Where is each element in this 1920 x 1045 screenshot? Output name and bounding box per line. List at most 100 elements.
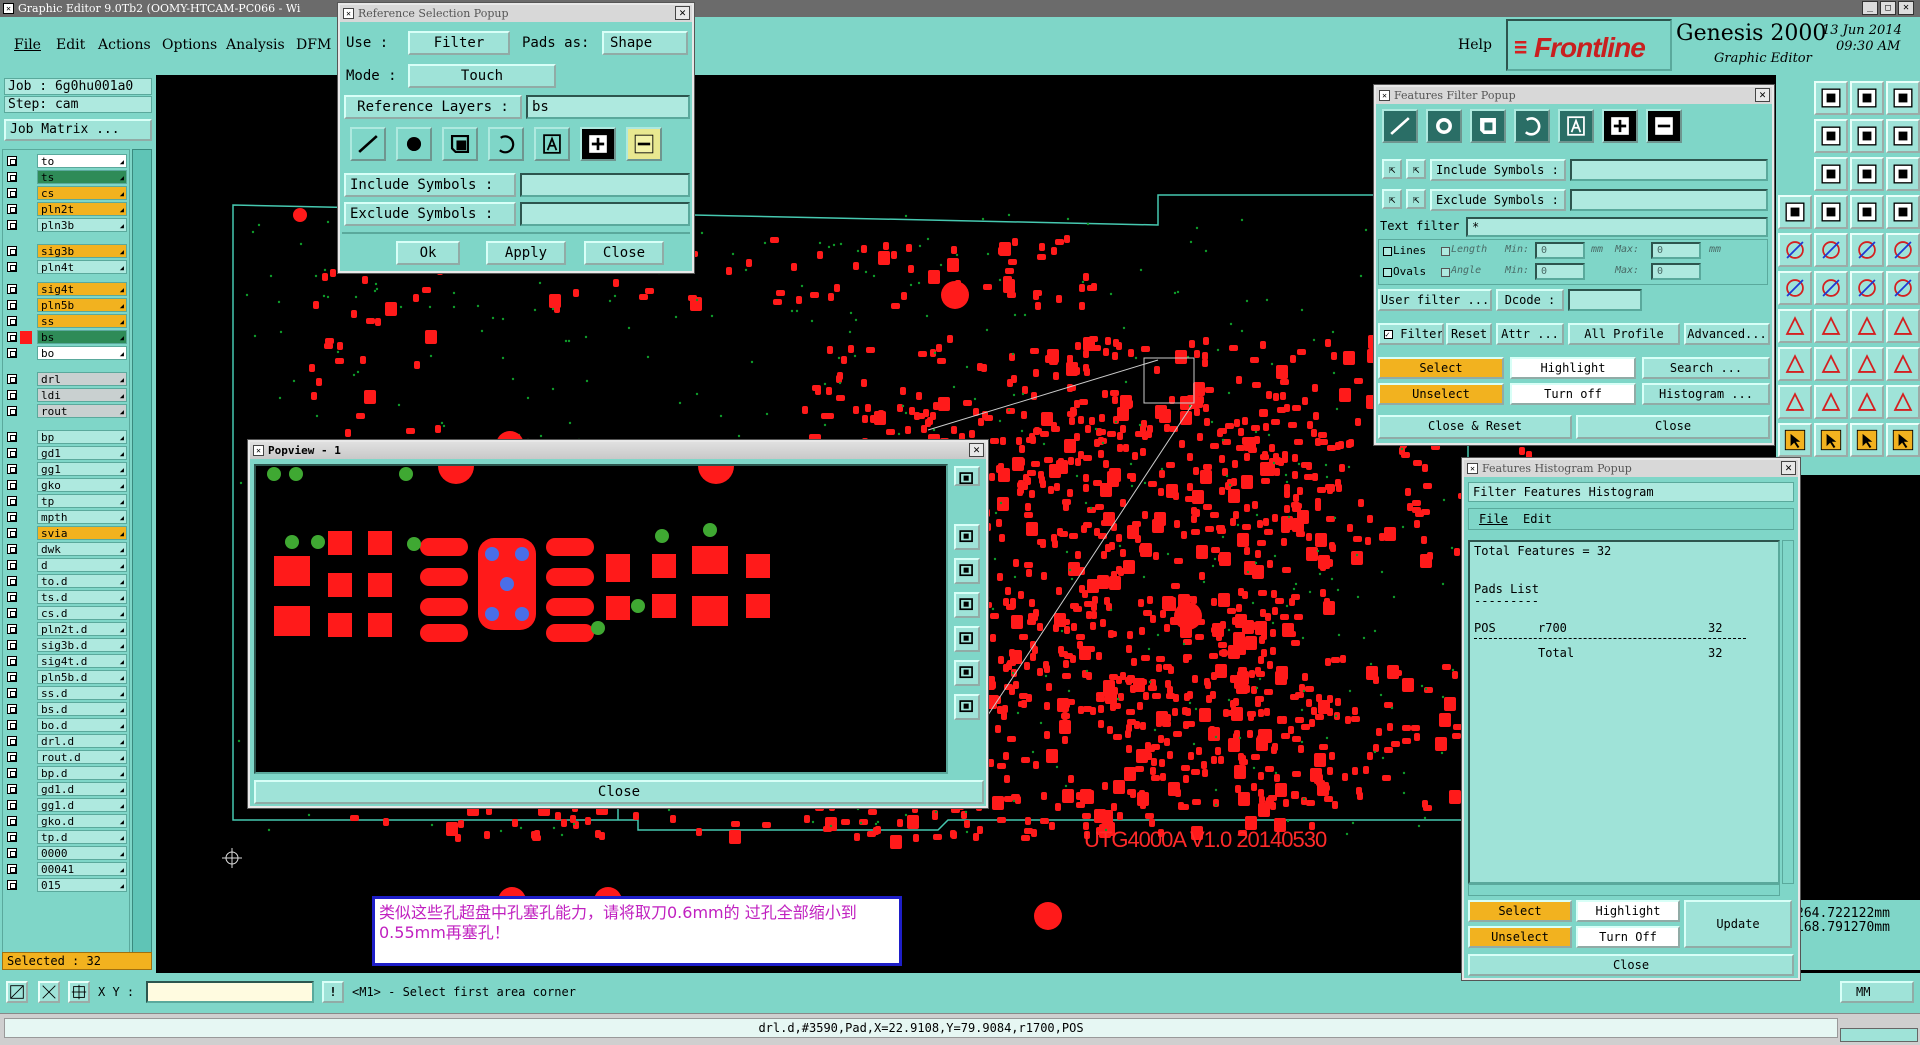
menu-help[interactable]: Help — [1458, 37, 1492, 53]
arc-icon[interactable] — [1778, 309, 1812, 343]
histogram-select-button[interactable]: Select — [1468, 900, 1572, 922]
layer-row[interactable]: svia — [5, 526, 127, 541]
layer-affected-marker[interactable] — [20, 373, 32, 386]
menu-file[interactable]: File — [14, 37, 41, 53]
layer-checkbox[interactable] — [7, 246, 17, 256]
layer-affected-marker[interactable] — [20, 299, 32, 312]
layer-name[interactable]: pln3b — [37, 218, 127, 233]
pad-symbol-icon[interactable] — [396, 127, 432, 161]
apply-button[interactable]: Apply — [486, 241, 566, 265]
arc-symbol-icon[interactable] — [1514, 109, 1550, 143]
layer-affected-marker[interactable] — [20, 767, 32, 780]
layer-checkbox[interactable] — [7, 172, 17, 182]
unselect-button[interactable]: Unselect — [1378, 383, 1504, 405]
layer-name[interactable]: drl — [37, 372, 127, 387]
window-menu-icon[interactable]: ✕ — [253, 445, 264, 456]
layer-affected-marker[interactable] — [20, 863, 32, 876]
window-menu-icon[interactable]: ✕ — [343, 8, 354, 19]
layer-affected-marker[interactable] — [20, 187, 32, 200]
exclude-symbols-button[interactable]: Exclude Symbols : — [1430, 189, 1566, 211]
include-picklist-icon[interactable]: ⇱ — [1406, 159, 1426, 179]
scale-icon[interactable] — [1814, 157, 1848, 191]
layer-checkbox[interactable] — [7, 284, 17, 294]
scroll-track[interactable] — [132, 149, 152, 961]
menu-edit[interactable]: Edit — [56, 37, 85, 53]
triangle-b-icon[interactable] — [1886, 385, 1920, 419]
layer-checkbox[interactable] — [7, 464, 17, 474]
layer-row[interactable]: drl — [5, 372, 127, 387]
close-button[interactable]: Close — [1576, 415, 1770, 439]
layer-checkbox[interactable] — [7, 704, 17, 714]
layer-row[interactable]: ts.d — [5, 590, 127, 605]
search-button[interactable]: Search ... — [1642, 357, 1770, 379]
layer-name[interactable]: sig3b — [37, 244, 127, 259]
layer-affected-marker[interactable] — [20, 463, 32, 476]
layer-row[interactable]: 00041 — [5, 862, 127, 877]
menu-analysis[interactable]: Analysis — [226, 37, 285, 53]
export-icon[interactable] — [1814, 119, 1848, 153]
line-symbol-icon[interactable] — [350, 127, 386, 161]
layer-row[interactable]: tp — [5, 494, 127, 509]
layer-checkbox[interactable] — [7, 752, 17, 762]
layer-affected-marker[interactable] — [20, 655, 32, 668]
menu-options[interactable]: Options — [162, 37, 217, 53]
length-checkbox[interactable] — [1441, 247, 1450, 256]
include-symbols-input[interactable] — [520, 173, 690, 197]
info-button[interactable]: ! — [322, 981, 344, 1003]
layer-name[interactable]: bs — [37, 330, 127, 345]
layer-name[interactable]: cs — [37, 186, 127, 201]
layer-row[interactable]: pln5b — [5, 298, 127, 313]
layer-name[interactable]: bo — [37, 346, 127, 361]
layer-affected-marker[interactable] — [20, 815, 32, 828]
layer-row[interactable]: dwk — [5, 542, 127, 557]
layer-affected-marker[interactable] — [20, 155, 32, 168]
layer-row[interactable]: bo.d — [5, 718, 127, 733]
attr-button[interactable]: Attr ... — [1496, 323, 1564, 345]
measure-icon[interactable] — [1886, 195, 1920, 229]
advanced-button[interactable]: Advanced... — [1684, 323, 1770, 345]
update-button[interactable]: Update — [1684, 900, 1792, 948]
layer-name[interactable]: ss — [37, 314, 127, 329]
layer-name[interactable]: 0000 — [37, 846, 127, 861]
popview-canvas[interactable] — [254, 464, 948, 774]
layer-affected-marker[interactable] — [20, 527, 32, 540]
layer-affected-marker[interactable] — [20, 283, 32, 296]
histogram-highlight-button[interactable]: Highlight — [1576, 900, 1680, 922]
layer-checkbox[interactable] — [7, 432, 17, 442]
layer-checkbox[interactable] — [7, 784, 17, 794]
angle-min-input[interactable]: 0 — [1535, 263, 1585, 280]
minus-icon[interactable] — [1814, 347, 1848, 381]
pan-right-icon[interactable] — [954, 626, 980, 652]
dcode-button[interactable]: Dcode : — [1496, 289, 1564, 311]
layer-name[interactable]: ldi — [37, 388, 127, 403]
layer-name[interactable]: tp.d — [37, 830, 127, 845]
layer-affected-marker[interactable] — [20, 245, 32, 258]
layer-name[interactable]: ts — [37, 170, 127, 185]
histogram-menu-file[interactable]: File — [1479, 512, 1508, 526]
pointer-b-icon[interactable] — [1814, 423, 1848, 457]
reset-button[interactable]: Reset — [1446, 323, 1492, 345]
surface-symbol-icon[interactable] — [1470, 109, 1506, 143]
layer-row[interactable]: sig3b.d — [5, 638, 127, 653]
grid-icon[interactable] — [1814, 195, 1848, 229]
layer-checkbox[interactable] — [7, 800, 17, 810]
layer-row[interactable]: bs.d — [5, 702, 127, 717]
histogram-hscroll[interactable] — [1468, 884, 1780, 896]
layer-affected-marker[interactable] — [20, 575, 32, 588]
layer-row[interactable]: gko.d — [5, 814, 127, 829]
popview-close-button[interactable]: Close — [254, 780, 984, 804]
layer-affected-marker[interactable] — [20, 847, 32, 860]
layer-checkbox[interactable] — [7, 560, 17, 570]
layer-row[interactable]: sig3b — [5, 244, 127, 259]
layer-name[interactable]: pln2t.d — [37, 622, 127, 637]
layer-name[interactable]: pln5b.d — [37, 670, 127, 685]
pointer-icon[interactable] — [1778, 423, 1812, 457]
layer-row[interactable]: gd1.d — [5, 782, 127, 797]
layer-checkbox[interactable] — [7, 332, 17, 342]
layer-affected-marker[interactable] — [20, 687, 32, 700]
layer-affected-marker[interactable] — [20, 639, 32, 652]
layer-name[interactable]: gd1.d — [37, 782, 127, 797]
home-icon[interactable] — [1850, 81, 1884, 115]
use-select[interactable]: Filter — [408, 31, 510, 55]
layer-checkbox[interactable] — [7, 688, 17, 698]
